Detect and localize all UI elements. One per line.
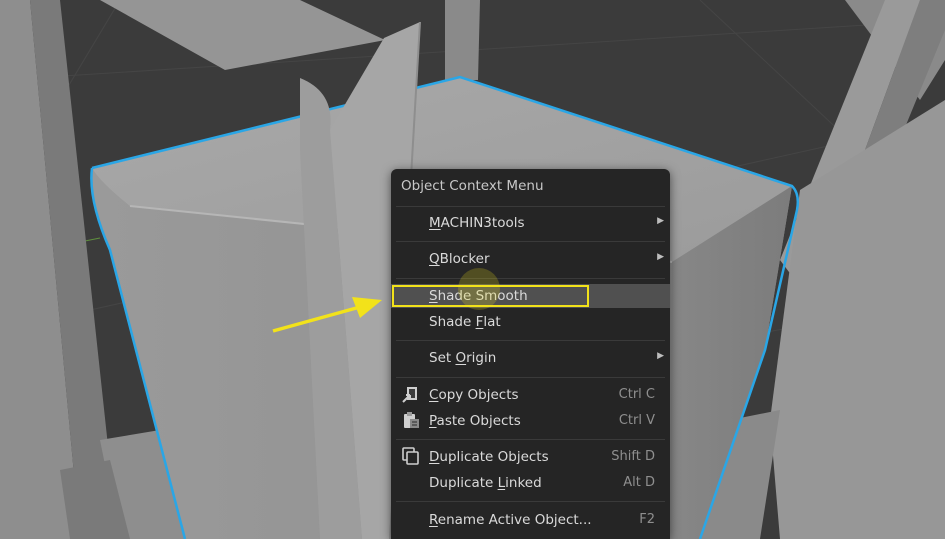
menu-item-duplicate-linked[interactable]: Duplicate Linked Alt D: [391, 471, 670, 495]
menu-item-set-origin[interactable]: Set Origin ▶: [391, 346, 670, 370]
menu-item-label: Duplicate Linked: [429, 475, 542, 491]
menu-separator: [396, 501, 665, 502]
menu-item-paste-objects[interactable]: Paste Objects Ctrl V: [391, 409, 670, 433]
menu-separator: [396, 377, 665, 378]
menu-item-label: Duplicate Objects: [429, 449, 549, 465]
menu-item-label: Shade Flat: [429, 314, 501, 330]
menu-item-machin3tools[interactable]: MACHIN3tools ▶: [391, 211, 670, 235]
submenu-arrow-icon: ▶: [657, 216, 664, 226]
submenu-arrow-icon: ▶: [657, 252, 664, 262]
menu-separator: [396, 439, 665, 440]
menu-item-duplicate-objects[interactable]: Duplicate Objects Shift D: [391, 445, 670, 469]
menu-item-shortcut: Ctrl C: [618, 387, 655, 402]
menu-item-shortcut: Shift D: [611, 449, 655, 464]
menu-item-shortcut: Alt D: [623, 475, 655, 490]
menu-item-label: MACHIN3tools: [429, 215, 525, 231]
copy-icon: [402, 387, 417, 403]
menu-item-shortcut: Ctrl V: [618, 413, 655, 428]
highlight-box: [392, 285, 589, 307]
menu-separator: [396, 340, 665, 341]
menu-separator: [396, 241, 665, 242]
duplicate-icon: [402, 447, 419, 465]
menu-item-copy-objects[interactable]: Copy Objects Ctrl C: [391, 383, 670, 407]
paste-icon: [404, 412, 419, 428]
submenu-arrow-icon: ▶: [657, 351, 664, 361]
object-context-menu: Object Context Menu MACHIN3tools ▶ QBloc…: [391, 169, 670, 539]
menu-separator: [396, 206, 665, 207]
menu-item-label: Copy Objects: [429, 387, 519, 403]
menu-separator: [396, 278, 665, 279]
menu-item-label: Rename Active Object...: [429, 512, 592, 528]
menu-title: Object Context Menu: [401, 178, 544, 194]
menu-item-label: Paste Objects: [429, 413, 521, 429]
menu-item-shade-flat[interactable]: Shade Flat: [391, 310, 670, 334]
menu-item-label: QBlocker: [429, 251, 490, 267]
menu-item-label: Set Origin: [429, 350, 497, 366]
menu-item-qblocker[interactable]: QBlocker ▶: [391, 247, 670, 271]
menu-item-rename-active-object[interactable]: Rename Active Object... F2: [391, 508, 670, 532]
menu-item-shortcut: F2: [639, 512, 655, 527]
